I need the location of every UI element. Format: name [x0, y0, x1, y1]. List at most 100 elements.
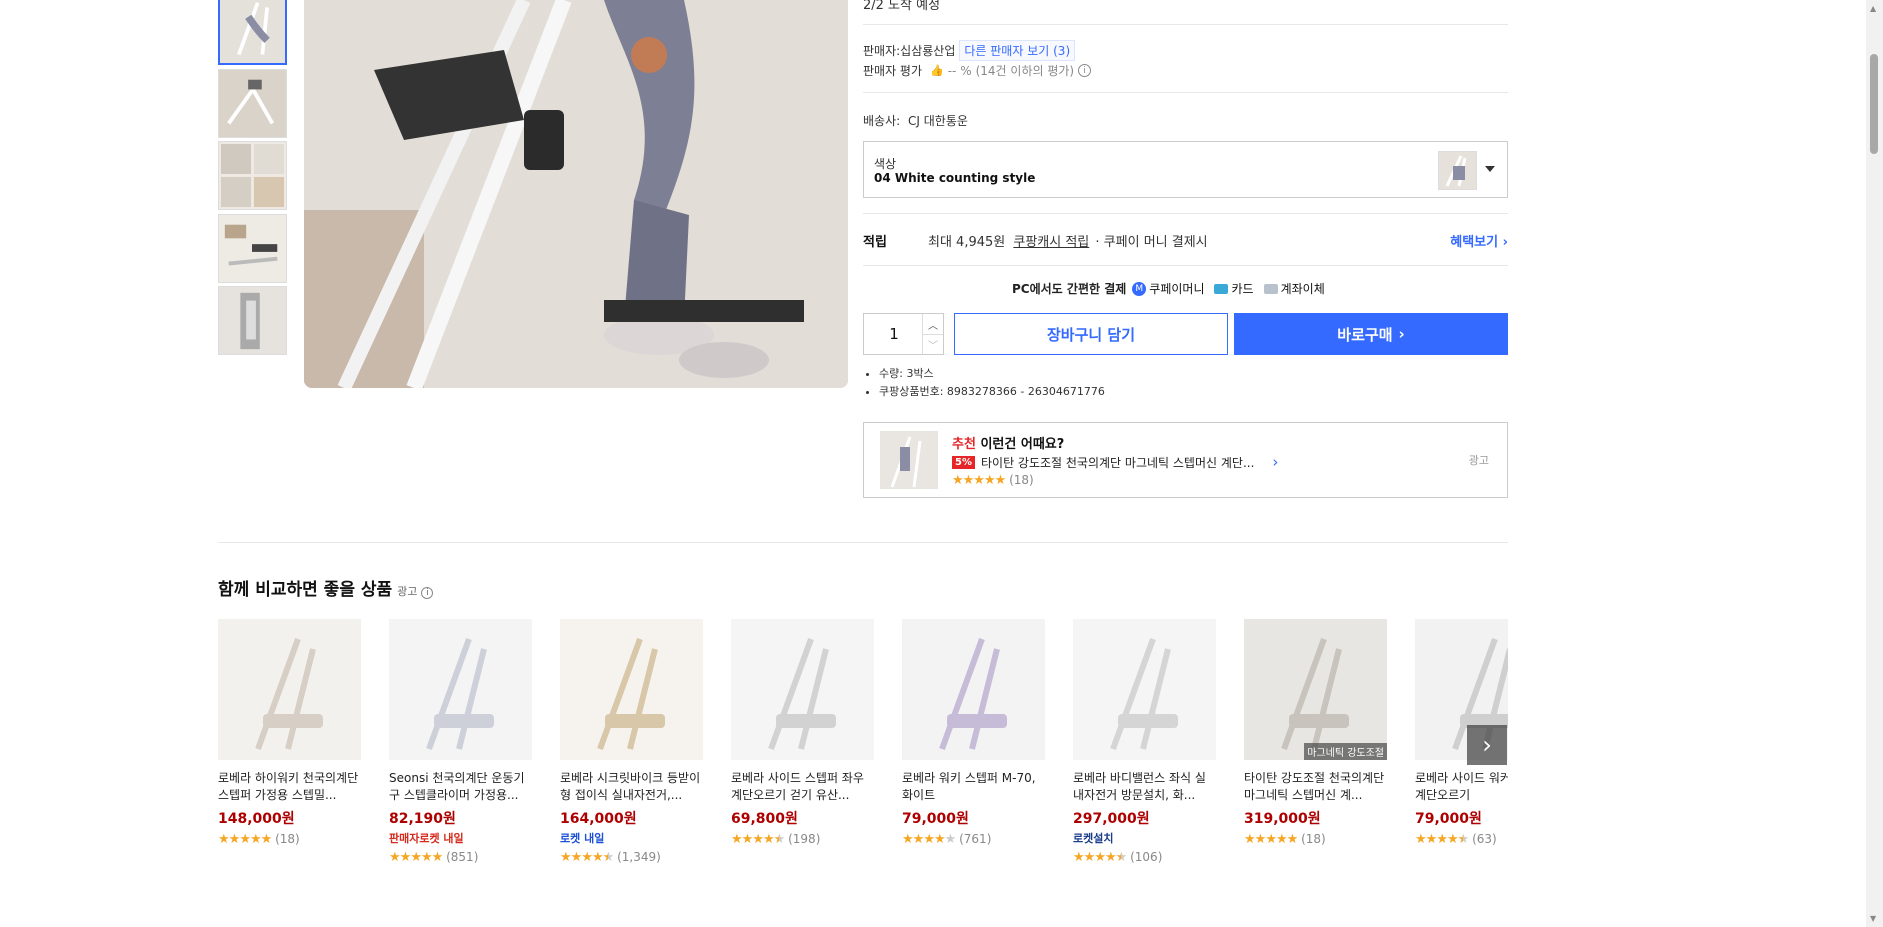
recommend-heading: 추천 이런건 어때요? — [952, 433, 1064, 452]
compare-product-card[interactable]: Seonsi 천국의계단 운동기구 스텝클라이머 가정용... 82,190원 판매… — [389, 619, 532, 865]
product-name[interactable]: Seonsi 천국의계단 운동기구 스텝클라이머 가정용... — [389, 770, 532, 804]
product-price: 319,000원 — [1244, 811, 1321, 827]
thumbnail-image — [220, 0, 285, 63]
recommend-box[interactable]: 추천 이런건 어때요? 5% 타이탄 강도조절 천국의계단 마그네틱 스텝머신 … — [863, 422, 1508, 498]
star-rating-icon: ★★★★★ — [902, 832, 956, 847]
compare-title: 함께 비교하면 좋을 상품 — [218, 580, 393, 600]
quantity-stepper[interactable]: 1 ︿ ﹀ — [863, 313, 944, 355]
product-rating: ★★★★★ (1,349) — [560, 850, 703, 865]
product-price: 148,000원 — [218, 811, 295, 827]
option-thumbnail — [1438, 151, 1477, 190]
shipping-label: 배송사: — [863, 114, 901, 128]
compare-header: 함께 비교하면 좋을 상품 광고 i — [218, 575, 434, 600]
detail-product-number: 쿠팡상품번호: 8983278366 - 26304671776 — [879, 383, 1105, 401]
product-image[interactable]: 마그네틱 강도조절 — [1244, 619, 1387, 760]
product-image[interactable] — [560, 619, 703, 760]
other-sellers-label: 다른 판매자 보기 — [964, 44, 1050, 58]
stepper-illustration — [304, 0, 848, 388]
product-name[interactable]: 로베라 워키 스텝퍼 M-70, 화이트 — [902, 770, 1045, 804]
coupang-cash-link[interactable]: 쿠팡캐시 적립 — [1013, 235, 1089, 250]
recommend-title: 이런건 어때요? — [980, 437, 1065, 452]
compare-product-card[interactable]: 로베라 하이워키 천국의계단 스텝퍼 가정용 스텝밀... 148,000원 ★★★… — [218, 619, 361, 847]
scrollbar-thumb[interactable] — [1870, 54, 1878, 154]
payment-row: PC에서도 간편한 결제 M 쿠페이머니 카드 계좌이체 — [1012, 280, 1325, 297]
star-rating-icon: ★★★★★ — [731, 832, 785, 847]
compare-product-card[interactable]: 로베라 시크릿바이크 등받이형 접이식 실내자전거,... 164,000원 로켓 … — [560, 619, 703, 865]
chevron-right-icon[interactable]: › — [1272, 453, 1278, 471]
benefit-link-label: 혜택보기 — [1450, 235, 1499, 250]
product-rating: ★★★★★ (198) — [731, 832, 874, 847]
product-name[interactable]: 타이탄 강도조절 천국의계단 마그네틱 스텝머신 계... — [1244, 770, 1387, 804]
product-rating: ★★★★★ (63) — [1415, 832, 1508, 847]
product-name[interactable]: 로베라 사이드 워커 퍼 좌우 계단오르기 — [1415, 770, 1508, 804]
product-price: 82,190원 — [389, 811, 456, 827]
star-rating-icon: ★★★★★ — [218, 832, 272, 847]
thumbnail-3[interactable] — [218, 141, 287, 210]
chevron-down-icon — [1485, 166, 1495, 172]
option-label: 색상 — [874, 157, 897, 171]
product-name[interactable]: 로베라 바디밸런스 좌식 실내자전거 방문설치, 화... — [1073, 770, 1216, 804]
seller-row: 판매자: 십삼룡산업 다른 판매자 보기 (3) — [863, 40, 1076, 61]
product-image[interactable] — [218, 619, 361, 760]
scrollbar[interactable]: ▲ ▼ — [1866, 0, 1883, 927]
seller-rating-note: (14건 이하의 평가) — [975, 64, 1075, 78]
star-rating-icon: ★★★★★ — [1073, 850, 1127, 865]
product-name[interactable]: 로베라 하이워키 천국의계단 스텝퍼 가정용 스텝밀... — [218, 770, 361, 804]
add-to-cart-button[interactable]: 장바구니 담기 — [954, 313, 1228, 355]
reward-text: 최대 4,945원 쿠팡캐시 적립 · 쿠페이 머니 결제시 — [928, 231, 1208, 250]
product-image[interactable] — [731, 619, 874, 760]
star-rating-icon: ★★★★★ — [389, 850, 443, 865]
product-price: 297,000원 — [1073, 811, 1150, 827]
compare-product-card[interactable]: 로베라 워키 스텝퍼 M-70, 화이트 79,000원 ★★★★★ (761) — [902, 619, 1045, 847]
product-image[interactable] — [389, 619, 532, 760]
product-image[interactable] — [1073, 619, 1216, 760]
payment-method-coupay: 쿠페이머니 — [1149, 282, 1205, 296]
payment-title: PC에서도 간편한 결제 — [1012, 282, 1127, 296]
thumbnail-1[interactable] — [218, 0, 287, 65]
shipping-company: CJ 대한통운 — [908, 114, 968, 128]
recommend-tag: 추천 — [952, 437, 976, 452]
product-name[interactable]: 로베라 사이드 스텝퍼 좌우 계단오르기 걷기 유산... — [731, 770, 874, 804]
seller-label: 판매자: — [863, 44, 901, 58]
other-sellers-button[interactable]: 다른 판매자 보기 (3) — [959, 40, 1076, 61]
compare-product-card[interactable]: 마그네틱 강도조절타이탄 강도조절 천국의계단 마그네틱 스텝머신 계... 31… — [1244, 619, 1387, 847]
seller-rating-value: -- % — [947, 63, 972, 78]
recommend-product-row: 5% 타이탄 강도조절 천국의계단 마그네틱 스텝머신 계단... › — [952, 453, 1278, 471]
seller-rating-row: 판매자 평가 👍 -- % (14건 이하의 평가) i — [863, 62, 1092, 79]
thumbnail-5[interactable] — [218, 286, 287, 355]
carousel-next-button[interactable]: › — [1467, 725, 1507, 765]
quantity-increase-icon[interactable]: ︿ — [922, 314, 943, 335]
recommend-product-name[interactable]: 타이탄 강도조절 천국의계단 마그네틱 스텝머신 계단... — [981, 454, 1254, 471]
product-details-list: 수량: 3박스 쿠팡상품번호: 8983278366 - 26304671776 — [863, 365, 1105, 401]
buy-now-label: 바로구매 — [1337, 325, 1393, 344]
payment-method-bank: 계좌이체 — [1280, 282, 1325, 296]
info-icon[interactable]: i — [421, 587, 434, 599]
color-option-select[interactable]: 색상 04 White counting style — [863, 141, 1508, 198]
compare-product-card[interactable]: 로베라 사이드 스텝퍼 좌우 계단오르기 걷기 유산... 69,800원 ★★★★… — [731, 619, 874, 847]
compare-product-card[interactable]: 로베라 바디밸런스 좌식 실내자전거 방문설치, 화... 297,000원 로켓설… — [1073, 619, 1216, 865]
product-name[interactable]: 로베라 시크릿바이크 등받이형 접이식 실내자전거,... — [560, 770, 703, 804]
reward-max: 최대 4,945원 — [928, 235, 1006, 250]
review-count: (198) — [788, 832, 821, 846]
quantity-value[interactable]: 1 — [864, 314, 924, 354]
seller-rating-label: 판매자 평가 — [863, 64, 923, 78]
quantity-decrease-icon[interactable]: ﹀ — [922, 334, 943, 354]
review-count: (18) — [275, 832, 300, 846]
product-rating: ★★★★★ (18) — [218, 832, 361, 847]
product-image-overlay-label: 마그네틱 강도조절 — [1304, 743, 1387, 760]
product-image[interactable] — [902, 619, 1045, 760]
seller-name[interactable]: 십삼룡산업 — [900, 42, 955, 59]
info-icon[interactable]: i — [1078, 64, 1092, 77]
arrival-text: 2/2 도착 예정 — [863, 0, 941, 13]
product-rating: ★★★★★ (18) — [1244, 832, 1387, 847]
scroll-up-icon[interactable]: ▲ — [1870, 4, 1876, 13]
buy-now-button[interactable]: 바로구매 › — [1234, 313, 1508, 355]
thumbnail-2[interactable] — [218, 69, 287, 138]
ad-label: 광고 — [1468, 454, 1489, 467]
thumbnail-4[interactable] — [218, 214, 287, 283]
star-rating-icon: ★★★★★ — [560, 850, 614, 865]
review-count: (18) — [1301, 832, 1326, 846]
scroll-down-icon[interactable]: ▼ — [1870, 914, 1876, 923]
benefit-link[interactable]: 혜택보기 › — [1450, 231, 1508, 250]
other-sellers-count: (3) — [1053, 44, 1071, 58]
